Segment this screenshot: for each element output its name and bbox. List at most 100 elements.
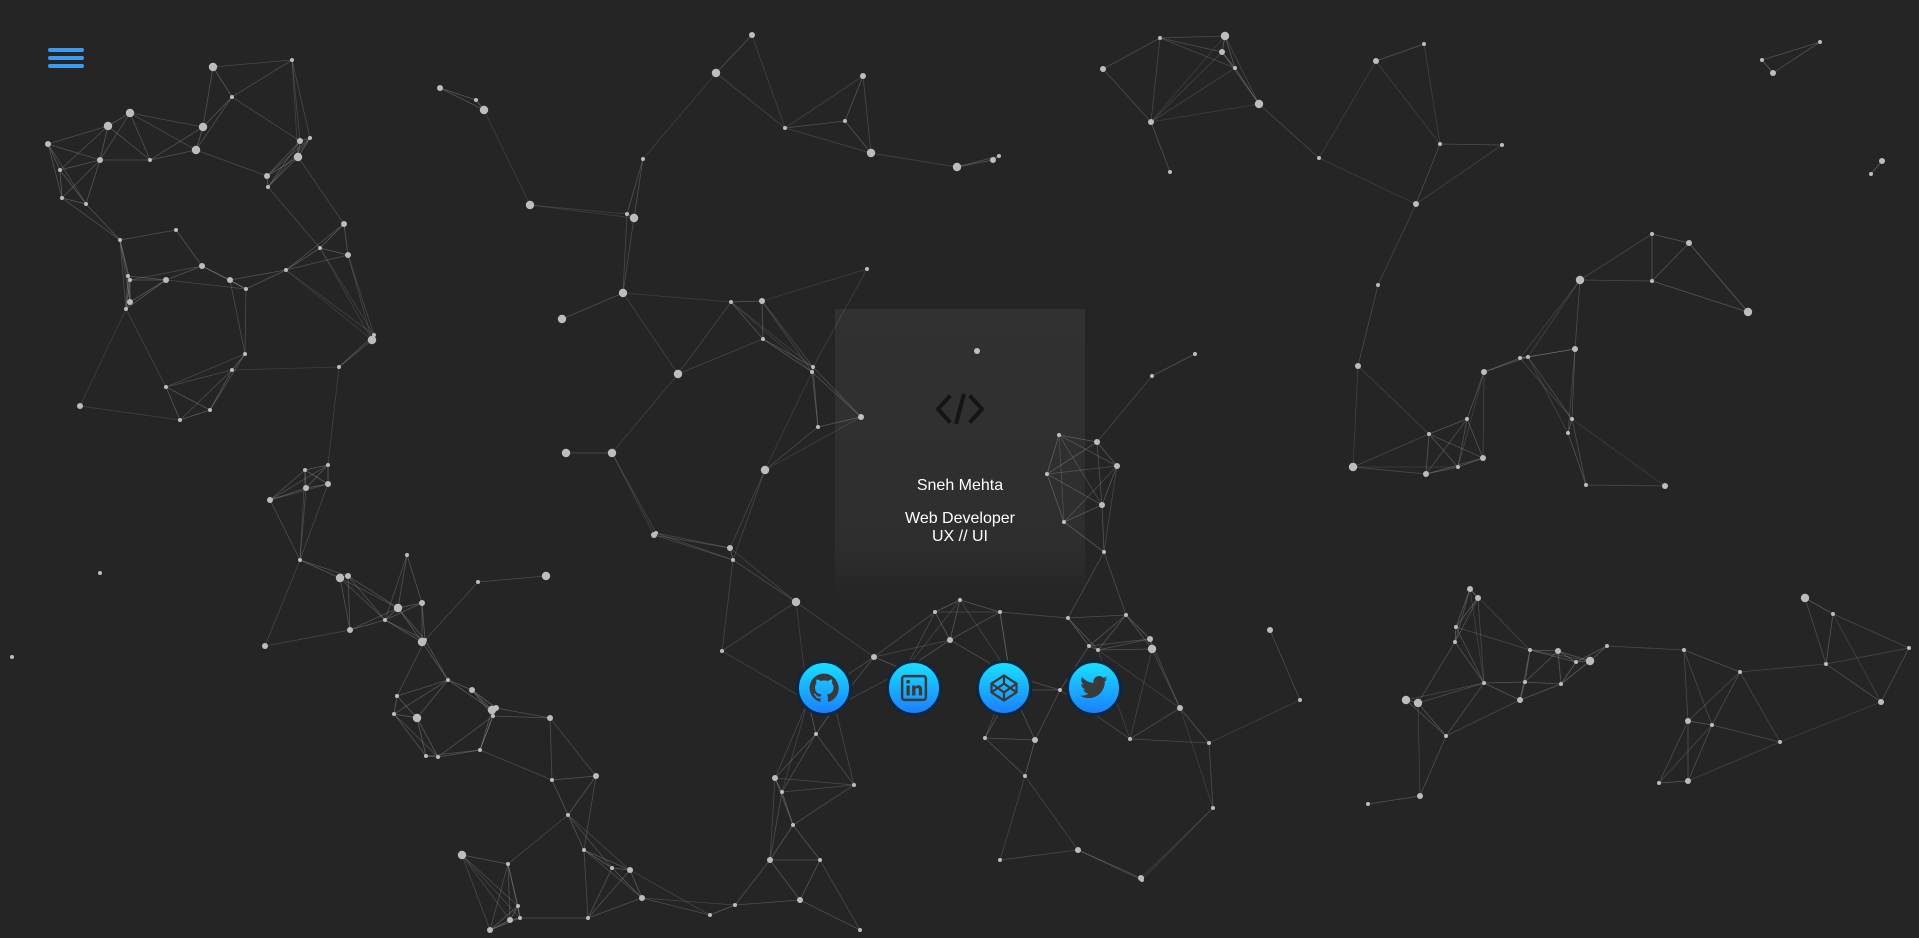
network-link [761, 300, 764, 340]
network-node [1102, 550, 1106, 554]
github-button[interactable] [796, 660, 852, 716]
network-node [933, 610, 937, 614]
network-node [1570, 417, 1574, 421]
network-node [629, 213, 639, 223]
network-link [1125, 614, 1151, 640]
network-link [1527, 356, 1573, 420]
network-link [99, 125, 109, 161]
network-node [1770, 70, 1776, 76]
network-node [1032, 737, 1038, 743]
network-node [266, 185, 270, 189]
network-link [799, 859, 821, 901]
network-link [999, 611, 1069, 619]
network-link [1352, 433, 1430, 468]
network-node [1124, 613, 1128, 617]
network-link [269, 487, 307, 501]
network-link [507, 814, 569, 865]
network-link [769, 859, 801, 901]
network-node [419, 600, 425, 606]
network-link [269, 483, 329, 501]
network-link [1096, 441, 1103, 506]
network-node [557, 314, 567, 324]
network-node [1760, 58, 1764, 62]
network-link [1687, 720, 1713, 726]
network-node [345, 252, 351, 258]
network-link [1425, 433, 1430, 475]
network-node [1413, 201, 1419, 207]
network-node [437, 85, 443, 91]
network-node [125, 108, 135, 118]
network-link [85, 203, 121, 241]
network-link [1579, 233, 1653, 281]
network-link [561, 292, 624, 320]
codepen-button[interactable] [976, 660, 1032, 716]
network-node [1907, 646, 1911, 650]
network-link [1571, 418, 1587, 486]
network-link [129, 112, 204, 128]
network-node [1220, 31, 1230, 41]
network-link [107, 125, 151, 161]
network-link [165, 265, 203, 281]
network-link [129, 112, 197, 151]
network-link [269, 464, 329, 501]
network-node [474, 98, 478, 102]
twitter-button[interactable] [1066, 660, 1122, 716]
network-node [990, 157, 996, 163]
network-link [1579, 279, 1653, 282]
network-node [325, 481, 331, 487]
network-node [1454, 625, 1458, 629]
network-node [1317, 156, 1321, 160]
network-link [862, 75, 872, 154]
network-node [641, 157, 645, 161]
network-node [393, 603, 403, 613]
network-link [245, 269, 287, 290]
network-node [1147, 636, 1153, 642]
linkedin-button[interactable] [886, 660, 942, 716]
network-link [149, 149, 197, 161]
network-link [1454, 588, 1471, 643]
network-link [269, 499, 301, 561]
network-link [267, 186, 321, 249]
network-node [77, 403, 83, 409]
network-link [629, 869, 711, 916]
network-link [583, 849, 643, 899]
network-link [1150, 51, 1223, 123]
network-node [326, 463, 330, 467]
network-node [1480, 455, 1486, 461]
network-node [791, 597, 801, 607]
network-node [118, 238, 122, 242]
network-link [751, 34, 786, 129]
network-node [227, 277, 233, 283]
network-node [1423, 471, 1429, 477]
network-node [516, 904, 520, 908]
network-link [781, 733, 817, 793]
network-node [1657, 781, 1661, 785]
network-link [319, 247, 349, 256]
network-link [424, 581, 479, 641]
network-node [1168, 170, 1172, 174]
linkedin-icon [900, 674, 928, 702]
network-link [811, 371, 819, 428]
network-link [551, 775, 597, 781]
hamburger-menu-button[interactable] [48, 48, 84, 76]
network-node [1148, 119, 1154, 125]
network-link [489, 905, 519, 931]
network-link [870, 152, 958, 168]
network-link [229, 279, 246, 355]
network-link [231, 96, 301, 142]
network-link [119, 229, 177, 241]
network-link [784, 75, 864, 129]
network-node [10, 655, 14, 659]
network-link [165, 279, 247, 290]
network-node [436, 755, 440, 759]
network-link [244, 288, 247, 355]
network-link [611, 867, 643, 899]
network-link [267, 140, 301, 188]
network-node [487, 927, 493, 933]
network-node [1685, 778, 1691, 784]
network-link [611, 452, 657, 534]
network-node [866, 148, 876, 158]
network-node [1831, 612, 1835, 616]
network-node [1193, 352, 1197, 356]
network-link [1761, 41, 1821, 61]
